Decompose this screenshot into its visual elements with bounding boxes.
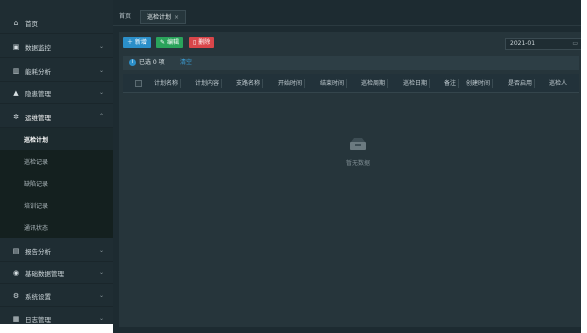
bottom-gap bbox=[0, 324, 113, 333]
sidebar-item-report-analysis[interactable]: ▤ 报告分析 ⌄ bbox=[0, 240, 113, 262]
column-header[interactable]: 开始时间 bbox=[278, 74, 306, 93]
column-header[interactable]: 巡检人 bbox=[549, 74, 567, 93]
column-header[interactable]: 结束时间 bbox=[320, 74, 348, 93]
sidebar-item-label: 运维管理 bbox=[25, 113, 51, 122]
window-edge bbox=[581, 0, 587, 333]
column-header[interactable]: 计划内容 bbox=[195, 74, 223, 93]
column-header-label: 创建时间 bbox=[466, 80, 491, 87]
sidebar: ⌂ 首页 ▣ 数据监控 ⌄ ▥ 能耗分析 ⌄ ▲ 隐患管理 ⌄ ✲ 运维管理 ⌃… bbox=[0, 0, 113, 333]
table-header: 计划名称 计划内容 支路名称 开始时间 结束时间 巡检周期 巡检日期 备注 创建… bbox=[123, 74, 579, 93]
chevron-down-icon: ⌄ bbox=[98, 247, 104, 254]
column-header-label: 开始时间 bbox=[278, 80, 303, 87]
column-header-label: 是否启用 bbox=[508, 80, 533, 87]
column-header-label: 计划内容 bbox=[195, 80, 220, 87]
sidebar-subitem-inspection-record[interactable]: 巡检记录 bbox=[0, 150, 113, 172]
bar-chart-icon: ▥ bbox=[12, 66, 20, 75]
month-picker[interactable]: 2021-01 ▭ bbox=[505, 38, 583, 50]
main-area: 首页 巡检计划 × ＋ 新增 ✎ 编辑 ▯ 删除 2021-01 ▭ i 已选 0… bbox=[113, 0, 587, 333]
tab-bar: 首页 巡检计划 × bbox=[113, 8, 587, 26]
column-header[interactable]: 创建时间 bbox=[466, 74, 494, 93]
settings-icon: ⚙ bbox=[12, 291, 20, 300]
home-icon: ⌂ bbox=[13, 18, 19, 27]
edit-button-label: 编辑 bbox=[166, 39, 179, 46]
sidebar-subitem-comm-status[interactable]: 通讯状态 bbox=[0, 216, 113, 238]
sidebar-item-base-data[interactable]: ◉ 基础数据管理 ⌄ bbox=[0, 262, 113, 284]
calendar-icon: ▭ bbox=[572, 40, 578, 47]
chevron-down-icon: ⌄ bbox=[98, 43, 104, 50]
add-button-label: 新增 bbox=[134, 39, 147, 46]
report-icon: ▤ bbox=[12, 246, 20, 255]
column-header-label: 巡检周期 bbox=[361, 80, 386, 87]
column-header-label: 巡检人 bbox=[549, 80, 568, 87]
sidebar-subitem-label: 巡检计划 bbox=[24, 136, 49, 144]
sidebar-item-energy-analysis[interactable]: ▥ 能耗分析 ⌄ bbox=[0, 60, 113, 82]
chevron-down-icon: ⌄ bbox=[98, 89, 104, 96]
column-header-label: 结束时间 bbox=[320, 80, 345, 87]
empty-state: 暂无数据 bbox=[328, 136, 388, 167]
close-icon[interactable]: × bbox=[174, 14, 179, 21]
column-header-label: 支路名称 bbox=[236, 80, 261, 87]
monitor-icon: ▣ bbox=[12, 42, 20, 51]
sidebar-item-home[interactable]: ⌂ 首页 bbox=[0, 12, 113, 34]
sidebar-item-system-settings[interactable]: ⚙ 系统设置 ⌄ bbox=[0, 285, 113, 307]
delete-button[interactable]: ▯ 删除 bbox=[189, 37, 215, 48]
database-icon: ◉ bbox=[12, 268, 20, 277]
sidebar-item-label: 数据监控 bbox=[25, 43, 51, 52]
column-header-label: 备注 bbox=[444, 80, 457, 87]
column-header[interactable]: 巡检日期 bbox=[403, 74, 431, 93]
add-button[interactable]: ＋ 新增 bbox=[123, 37, 151, 48]
content-panel: ＋ 新增 ✎ 编辑 ▯ 删除 2021-01 ▭ i 已选 0 项 清空 计划名… bbox=[119, 32, 583, 327]
sidebar-item-hazard-management[interactable]: ▲ 隐患管理 ⌄ bbox=[0, 82, 113, 104]
sidebar-item-label: 系统设置 bbox=[25, 292, 51, 301]
sidebar-subitem-label: 通讯状态 bbox=[24, 224, 49, 232]
empty-inbox-icon bbox=[350, 138, 366, 150]
delete-button-label: 删除 bbox=[198, 39, 211, 46]
sidebar-item-label: 能耗分析 bbox=[25, 67, 51, 76]
column-header[interactable]: 巡检周期 bbox=[361, 74, 389, 93]
column-header-label: 计划名称 bbox=[154, 80, 179, 87]
tab-inspection-plan[interactable]: 巡检计划 × bbox=[140, 10, 187, 24]
gear-icon: ✲ bbox=[13, 112, 19, 121]
column-header-label: 巡检日期 bbox=[403, 80, 428, 87]
select-all-checkbox[interactable] bbox=[135, 80, 142, 87]
chevron-down-icon: ⌄ bbox=[98, 67, 104, 74]
log-icon: ▦ bbox=[12, 314, 20, 323]
chevron-down-icon: ⌄ bbox=[98, 292, 104, 299]
sidebar-item-label: 日志管理 bbox=[25, 315, 51, 324]
column-header[interactable]: 是否启用 bbox=[508, 74, 536, 93]
selection-count: 已选 0 项 bbox=[139, 59, 165, 66]
sidebar-subitem-training-record[interactable]: 培训记录 bbox=[0, 194, 113, 216]
sidebar-item-label: 基础数据管理 bbox=[25, 269, 64, 278]
clear-link[interactable]: 清空 bbox=[180, 56, 192, 70]
warning-icon: ▲ bbox=[13, 88, 19, 97]
edit-button[interactable]: ✎ 编辑 bbox=[156, 37, 183, 48]
chevron-down-icon: ⌄ bbox=[98, 315, 104, 322]
sidebar-subitem-defect-record[interactable]: 缺陷记录 bbox=[0, 172, 113, 194]
chevron-up-icon: ⌃ bbox=[98, 113, 104, 120]
plus-icon: ＋ bbox=[127, 39, 135, 46]
tab-home[interactable]: 首页 bbox=[119, 10, 131, 24]
sidebar-subitem-label: 巡检记录 bbox=[24, 158, 49, 166]
sidebar-item-data-monitor[interactable]: ▣ 数据监控 ⌄ bbox=[0, 36, 113, 58]
sidebar-subitem-inspection-plan[interactable]: 巡检计划 bbox=[0, 128, 113, 150]
sidebar-item-label: 隐患管理 bbox=[25, 89, 51, 98]
month-value: 2021-01 bbox=[510, 40, 536, 47]
empty-text: 暂无数据 bbox=[345, 160, 370, 167]
info-icon: i bbox=[129, 59, 136, 66]
sidebar-item-label: 首页 bbox=[25, 19, 38, 28]
sidebar-item-label: 报告分析 bbox=[25, 247, 51, 256]
column-header[interactable]: 计划名称 bbox=[154, 74, 182, 93]
sidebar-subitem-label: 培训记录 bbox=[24, 202, 49, 210]
column-header[interactable]: 备注 bbox=[444, 74, 460, 93]
pencil-icon: ✎ bbox=[160, 39, 167, 46]
sidebar-subitem-label: 缺陷记录 bbox=[24, 180, 49, 188]
selection-bar: i 已选 0 项 清空 bbox=[123, 56, 579, 70]
chevron-down-icon: ⌄ bbox=[98, 269, 104, 276]
tab-label: 巡检计划 bbox=[147, 14, 172, 21]
sidebar-item-ops-management[interactable]: ✲ 运维管理 ⌃ bbox=[0, 106, 113, 128]
column-header[interactable]: 支路名称 bbox=[236, 74, 264, 93]
